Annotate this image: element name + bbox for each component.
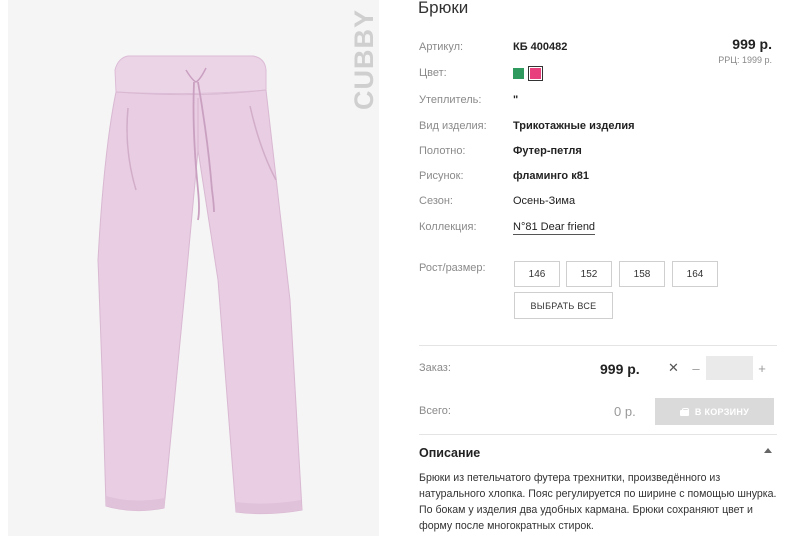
attr-value-type: Трикотажные изделия <box>513 120 635 132</box>
attr-label-insulation: Утеплитель: <box>419 94 482 106</box>
size-button-158[interactable]: 158 <box>619 261 665 287</box>
attr-label-article: Артикул: <box>419 41 464 53</box>
description-text: Брюки из петельчатого футера трехнитки, … <box>419 472 777 532</box>
description-heading[interactable]: Описание <box>419 446 480 460</box>
attr-value-article: КБ 400482 <box>513 41 568 53</box>
product-rrp: РРЦ: 1999 р. <box>718 55 772 65</box>
attr-label-fabric: Полотно: <box>419 145 466 157</box>
total-label: Всего: <box>419 405 451 417</box>
divider <box>419 434 777 435</box>
add-to-cart-button[interactable]: В КОРЗИНУ <box>655 398 774 425</box>
order-price: 999 р. <box>600 361 640 377</box>
attr-label-type: Вид изделия: <box>419 120 487 132</box>
divider <box>419 345 777 346</box>
attr-value-fabric: Футер-петля <box>513 145 582 157</box>
product-image-pants <box>97 55 303 515</box>
collection-link[interactable]: N°81 Dear friend <box>513 221 596 235</box>
chevron-up-icon[interactable] <box>764 448 772 453</box>
order-label: Заказ: <box>419 362 451 374</box>
attr-label-season: Сезон: <box>419 195 453 207</box>
quantity-input[interactable] <box>706 356 753 380</box>
size-button-152[interactable]: 152 <box>566 261 612 287</box>
brand-logo: CUBBY <box>348 8 379 110</box>
product-image-panel[interactable]: CUBBY <box>8 0 379 536</box>
attr-value-pattern: фламинго к81 <box>513 170 589 182</box>
attr-value-insulation: " <box>513 94 519 106</box>
product-price: 999 р. <box>732 36 772 52</box>
multiply-icon: ✕ <box>668 360 679 375</box>
attr-value-season: Осень-Зима <box>513 195 576 207</box>
size-button-164[interactable]: 164 <box>672 261 718 287</box>
product-title: Брюки <box>418 0 469 17</box>
attr-label-pattern: Рисунок: <box>419 170 464 182</box>
size-button-146[interactable]: 146 <box>514 261 560 287</box>
select-all-sizes-button[interactable]: ВЫБРАТЬ ВСЕ <box>514 292 613 319</box>
color-swatch-pink-selected[interactable] <box>528 66 543 81</box>
quantity-decrease-button[interactable]: – <box>690 361 702 376</box>
size-label: Рост/размер: <box>419 262 486 274</box>
attr-label-color: Цвет: <box>419 67 447 79</box>
quantity-increase-button[interactable]: + <box>756 361 768 376</box>
add-to-cart-label: В КОРЗИНУ <box>694 406 750 417</box>
total-price: 0 р. <box>614 404 636 419</box>
bag-icon <box>679 407 689 416</box>
color-swatch-green[interactable] <box>513 68 524 79</box>
attr-label-collection: Коллекция: <box>419 221 477 233</box>
